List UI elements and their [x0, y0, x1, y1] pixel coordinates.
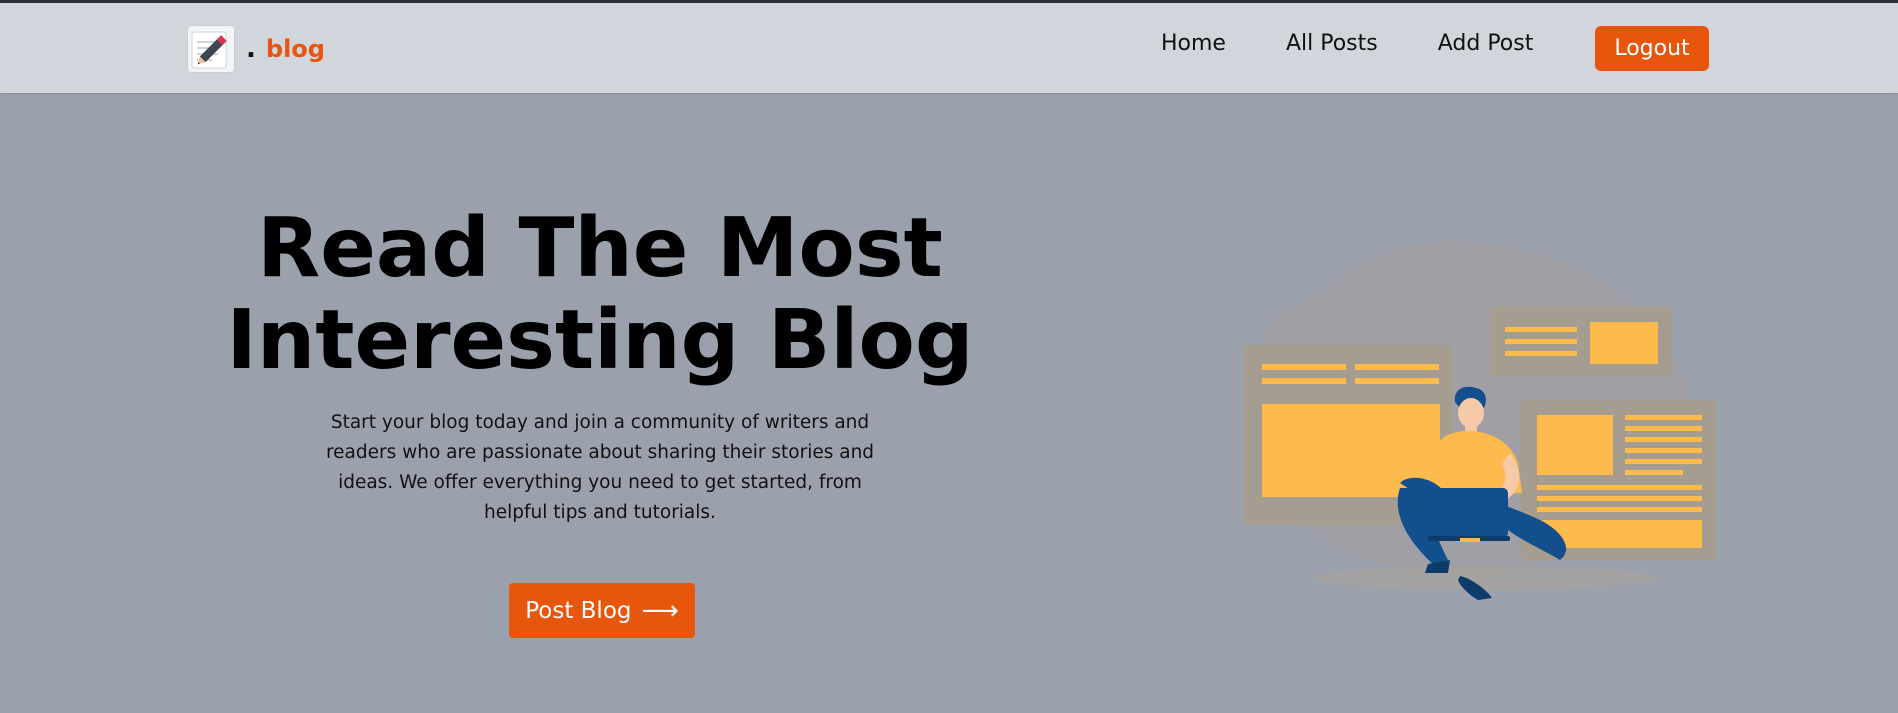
nav-link-home[interactable]: Home [1161, 31, 1226, 56]
nav-link-add-post[interactable]: Add Post [1438, 31, 1534, 56]
navbar: . blog Home All Posts Add Post Logout [0, 3, 1898, 93]
person-with-laptop-illustration [1240, 238, 1720, 604]
nav-link-all-posts[interactable]: All Posts [1286, 31, 1378, 56]
hero-description: Start your blog today and join a communi… [325, 412, 875, 523]
main-nav: Home All Posts Add Post [1161, 31, 1593, 56]
arrow-right-icon: ⟶ [641, 595, 679, 626]
hero-title-line-2: Interesting Blog [226, 293, 974, 388]
hero-title: Read The Most Interesting Blog [200, 203, 1000, 387]
hero-title-line-1: Read The Most [257, 201, 943, 296]
brand-name: blog [265, 35, 325, 63]
brand-dot: . [246, 34, 256, 64]
logout-button[interactable]: Logout [1595, 26, 1709, 71]
post-blog-label: Post Blog [525, 597, 632, 624]
brand-logo[interactable]: . blog [188, 24, 325, 74]
notepad-pencil-icon [188, 26, 234, 72]
post-blog-button[interactable]: Post Blog ⟶ [509, 583, 695, 638]
